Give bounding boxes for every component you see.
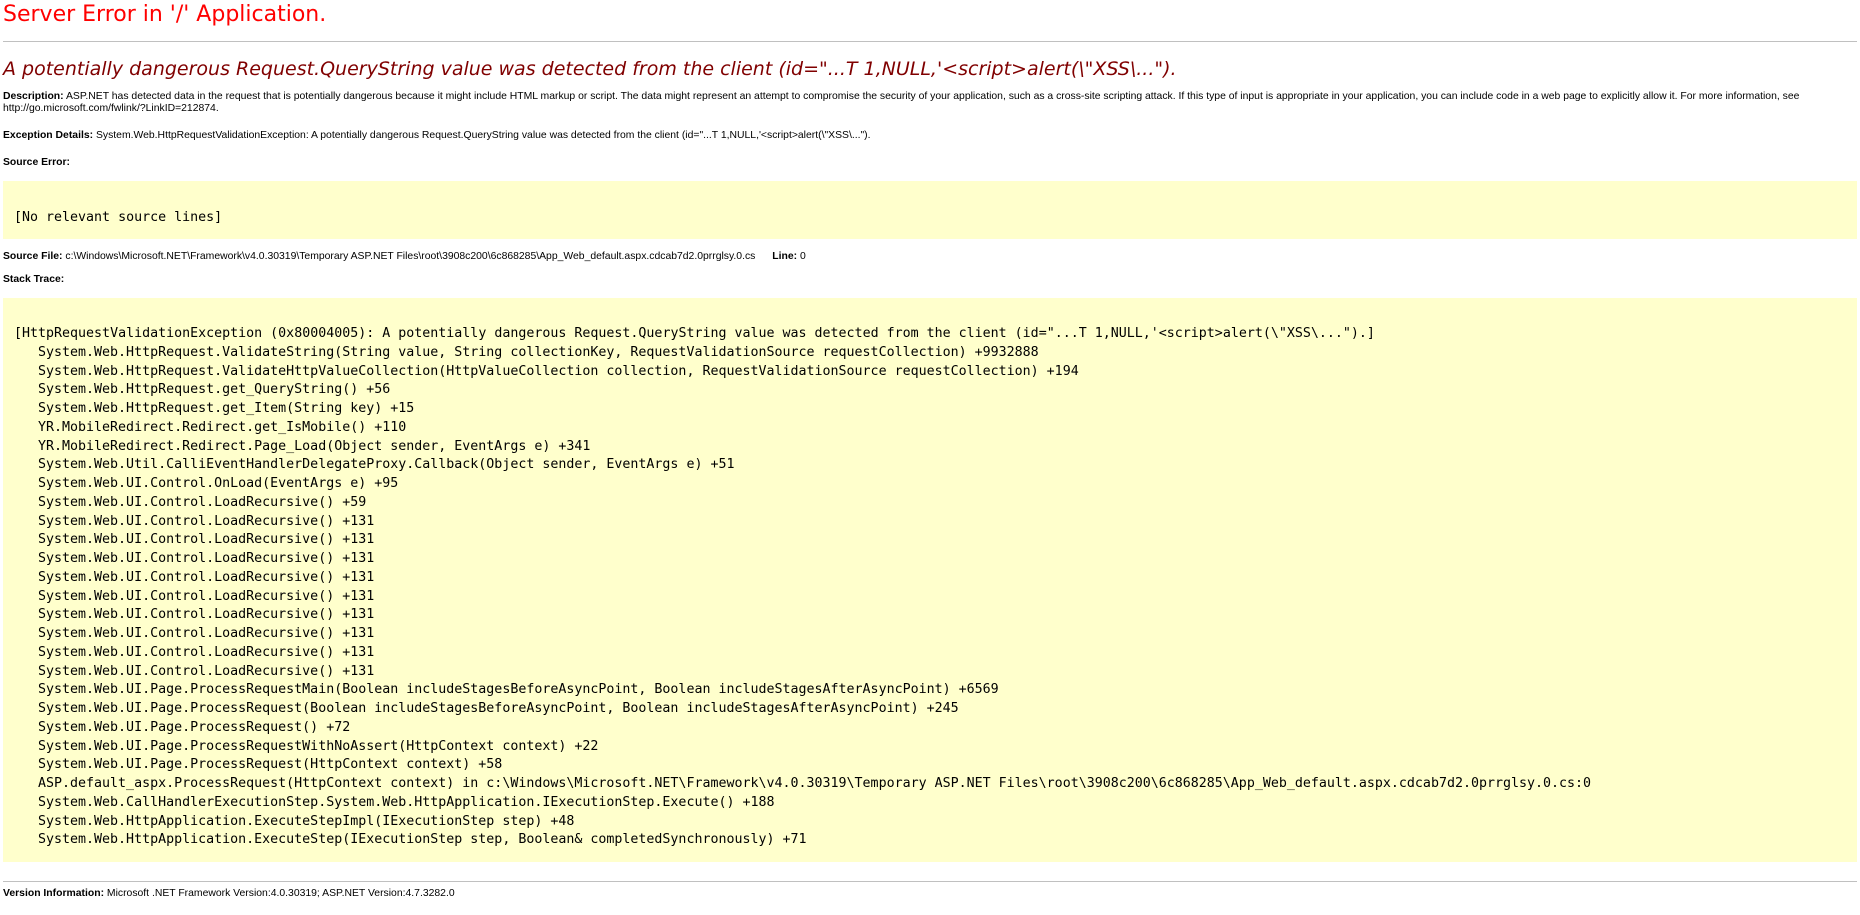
stack-trace-frame: System.Web.HttpApplication.ExecuteStep(I… bbox=[38, 832, 807, 848]
exception-details-label: Exception Details: bbox=[3, 130, 94, 141]
title-divider bbox=[3, 41, 1857, 42]
stack-trace-frame: System.Web.UI.Control.LoadRecursive() +1… bbox=[38, 532, 375, 548]
stack-trace-frame: System.Web.UI.Control.LoadRecursive() +1… bbox=[38, 551, 375, 566]
stack-trace-frame: YR.MobileRedirect.Redirect.Page_Load(Obj… bbox=[38, 438, 591, 454]
stack-trace-frame: System.Web.UI.Page.ProcessRequestWithNoA… bbox=[38, 738, 599, 754]
version-info-block: Version Information: Microsoft .NET Fram… bbox=[3, 888, 1857, 900]
exception-details-block: Exception Details: System.Web.HttpReques… bbox=[3, 130, 1857, 142]
stack-trace-box: [HttpRequestValidationException (0x80004… bbox=[3, 298, 1857, 862]
stack-trace-frame: System.Web.HttpRequest.get_Item(String k… bbox=[38, 401, 415, 416]
source-error-box: [No relevant source lines] bbox=[3, 181, 1857, 239]
description-text: ASP.NET has detected data in the request… bbox=[3, 91, 1800, 114]
version-info-text: Microsoft .NET Framework Version:4.0.303… bbox=[106, 888, 455, 899]
stack-trace-frame: System.Web.Util.CalliEventHandlerDelegat… bbox=[38, 457, 735, 473]
stack-trace-frame: System.Web.HttpRequest.ValidateString(St… bbox=[38, 344, 1039, 360]
stack-trace-label: Stack Trace: bbox=[3, 274, 65, 285]
stack-trace-frame: System.Web.HttpRequest.get_QueryString()… bbox=[38, 382, 391, 398]
stack-trace-frame: System.Web.HttpApplication.ExecuteStepIm… bbox=[38, 813, 575, 829]
stack-trace-frame: System.Web.UI.Page.ProcessRequest() +72 bbox=[38, 719, 351, 735]
stack-trace-frame: System.Web.CallHandlerExecutionStep.Syst… bbox=[38, 794, 775, 810]
stack-trace-frame: System.Web.UI.Page.ProcessRequestMain(Bo… bbox=[38, 682, 999, 698]
version-info-label: Version Information: bbox=[3, 888, 105, 899]
stack-trace-heading: Stack Trace: bbox=[3, 274, 1857, 286]
exception-details-text: System.Web.HttpRequestValidationExceptio… bbox=[95, 130, 871, 141]
source-file-block: Source File: c:\Windows\Microsoft.NET\Fr… bbox=[3, 251, 1857, 263]
source-error-text: [No relevant source lines] bbox=[14, 210, 223, 225]
stack-trace-frame: System.Web.UI.Control.LoadRecursive() +1… bbox=[38, 663, 375, 679]
error-page: Server Error in '/' Application. A poten… bbox=[0, 2, 1860, 900]
stack-trace-frame: System.Web.UI.Control.LoadRecursive() +1… bbox=[38, 644, 375, 660]
stack-trace-frame: System.Web.UI.Control.LoadRecursive() +5… bbox=[38, 494, 367, 510]
stack-trace-frame: System.Web.UI.Control.LoadRecursive() +1… bbox=[38, 569, 375, 585]
description-block: Description: ASP.NET has detected data i… bbox=[3, 91, 1857, 115]
stack-trace-frame: ASP.default_aspx.ProcessRequest(HttpCont… bbox=[38, 776, 1592, 791]
stack-trace-frame: System.Web.UI.Control.OnLoad(EventArgs e… bbox=[38, 476, 399, 491]
description-label: Description: bbox=[3, 91, 64, 102]
source-file-path: c:\Windows\Microsoft.NET\Framework\v4.0.… bbox=[65, 251, 756, 262]
footer-divider bbox=[3, 881, 1857, 882]
page-title: Server Error in '/' Application. bbox=[3, 2, 327, 27]
stack-trace-frame: System.Web.UI.Control.LoadRecursive() +1… bbox=[38, 513, 375, 529]
stack-trace-frame: System.Web.UI.Control.LoadRecursive() +1… bbox=[38, 626, 375, 641]
stack-trace-frame: System.Web.UI.Page.ProcessRequest(Boolea… bbox=[38, 701, 959, 716]
stack-trace-frame: System.Web.HttpRequest.ValidateHttpValue… bbox=[38, 363, 1079, 379]
source-error-label: Source Error: bbox=[3, 157, 70, 168]
stack-trace-frame: System.Web.UI.Control.LoadRecursive() +1… bbox=[38, 588, 375, 604]
stack-trace-frame: System.Web.UI.Page.ProcessRequest(HttpCo… bbox=[38, 757, 503, 773]
line-label: Line: bbox=[772, 251, 798, 262]
stack-trace-lines: [HttpRequestValidationException (0x80004… bbox=[14, 325, 1857, 850]
line-number: 0 bbox=[799, 251, 806, 262]
source-file-label: Source File: bbox=[3, 251, 63, 262]
stack-trace-exception-line: [HttpRequestValidationException (0x80004… bbox=[14, 326, 1375, 341]
stack-trace-frame: YR.MobileRedirect.Redirect.get_IsMobile(… bbox=[38, 419, 407, 435]
stack-trace-frame: System.Web.UI.Control.LoadRecursive() +1… bbox=[38, 607, 375, 623]
source-error-heading: Source Error: bbox=[3, 157, 1857, 169]
error-subtitle: A potentially dangerous Request.QueryStr… bbox=[3, 58, 1177, 80]
